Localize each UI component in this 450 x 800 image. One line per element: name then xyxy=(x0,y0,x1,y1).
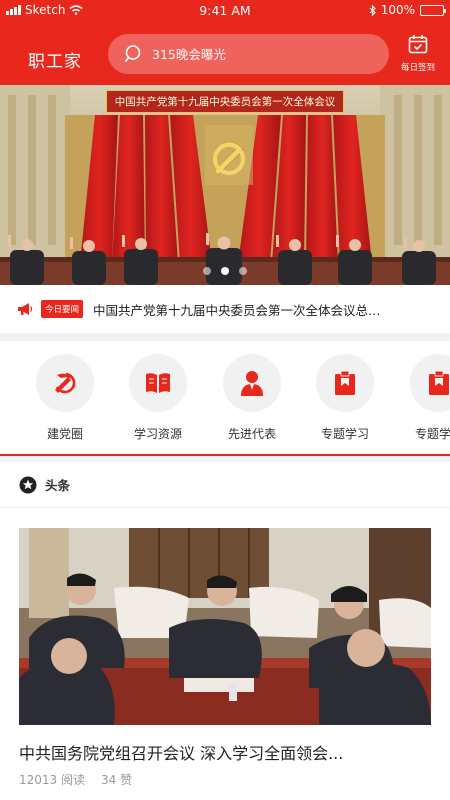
carousel-dot[interactable] xyxy=(239,267,247,275)
calendar-check-icon xyxy=(408,35,428,54)
status-right: 100% xyxy=(369,3,446,17)
category-icon-circle xyxy=(410,354,450,412)
category-party-circle[interactable]: 建党圈 xyxy=(26,354,104,442)
hero-caption: 中国共产党第十九届中央委员会第一次全体会议 xyxy=(0,90,450,113)
news-section: 头条 中共国务院党组召开会议 深入学习全面领会... 12013 阅读 34 赞 xyxy=(0,462,450,800)
category-learning-resources[interactable]: 学习资源 xyxy=(119,354,197,442)
hero-photo xyxy=(0,85,450,285)
news-article-image[interactable] xyxy=(19,528,431,725)
bluetooth-icon xyxy=(369,4,376,16)
hero-caption-text: 中国共产党第十九届中央委员会第一次全体会议 xyxy=(105,90,345,113)
category-topic-study-2[interactable]: 专题学习 xyxy=(400,354,450,442)
category-advanced-representatives[interactable]: 先进代表 xyxy=(213,354,291,442)
megaphone-icon xyxy=(18,303,33,315)
news-section-label: 头条 xyxy=(45,478,71,493)
clipboard-icon xyxy=(429,370,449,395)
app-title: 职工家 xyxy=(28,52,82,72)
category-icon-circle xyxy=(129,354,187,412)
person-icon xyxy=(241,371,263,396)
battery-percent: 100% xyxy=(380,3,415,17)
star-icon xyxy=(19,476,37,493)
daily-checkin-button[interactable]: 每日签到 xyxy=(396,34,440,73)
hero-banner[interactable]: 中国共产党第十九届中央委员会第一次全体会议 xyxy=(0,85,450,285)
ticker-badge: 今日要闻 xyxy=(41,300,84,318)
read-count: 12013 阅读 xyxy=(19,773,85,787)
checkin-label: 每日签到 xyxy=(400,63,435,73)
news-section-header: 头条 xyxy=(0,462,450,508)
ticker-text[interactable]: 中国共产党第十九届中央委员会第一次全体会议总结... xyxy=(93,300,383,319)
category-label: 学习资源 xyxy=(133,427,182,441)
category-icon-circle xyxy=(316,354,374,412)
category-icon-circle xyxy=(223,354,281,412)
carousel-dot-active[interactable] xyxy=(221,267,229,275)
search-input[interactable] xyxy=(152,46,372,62)
category-topic-study[interactable]: 专题学习 xyxy=(306,354,384,442)
search-icon xyxy=(125,45,141,62)
carousel-dot[interactable] xyxy=(203,267,211,275)
hammer-sickle-icon xyxy=(55,372,76,394)
search-bar[interactable] xyxy=(108,34,389,74)
top-header: Sketch 9:41 AM 100% 职工家 每日签到 xyxy=(0,0,450,85)
category-label: 先进代表 xyxy=(227,427,276,441)
category-label: 建党圈 xyxy=(46,427,83,441)
category-label: 专题学习 xyxy=(320,427,369,441)
news-article-title[interactable]: 中共国务院党组召开会议 深入学习全面领会... xyxy=(19,740,343,764)
headline-ticker[interactable]: 今日要闻 中国共产党第十九届中央委员会第一次全体会议总结... xyxy=(0,285,450,333)
status-bar: Sketch 9:41 AM 100% xyxy=(0,0,450,22)
category-icon-circle xyxy=(36,354,94,412)
carousel-indicator xyxy=(0,267,450,275)
category-label: 专题学习 xyxy=(414,427,450,441)
news-article-meta: 12013 阅读 34 赞 xyxy=(19,771,132,788)
clipboard-icon xyxy=(335,370,355,395)
news-photo xyxy=(19,528,431,725)
category-divider xyxy=(0,454,450,456)
category-row: 建党圈 学习资源 先进代表 专题学习 专题学 xyxy=(0,341,450,456)
like-count: 34 赞 xyxy=(101,773,133,787)
battery-icon xyxy=(420,4,446,16)
book-icon xyxy=(146,373,170,393)
